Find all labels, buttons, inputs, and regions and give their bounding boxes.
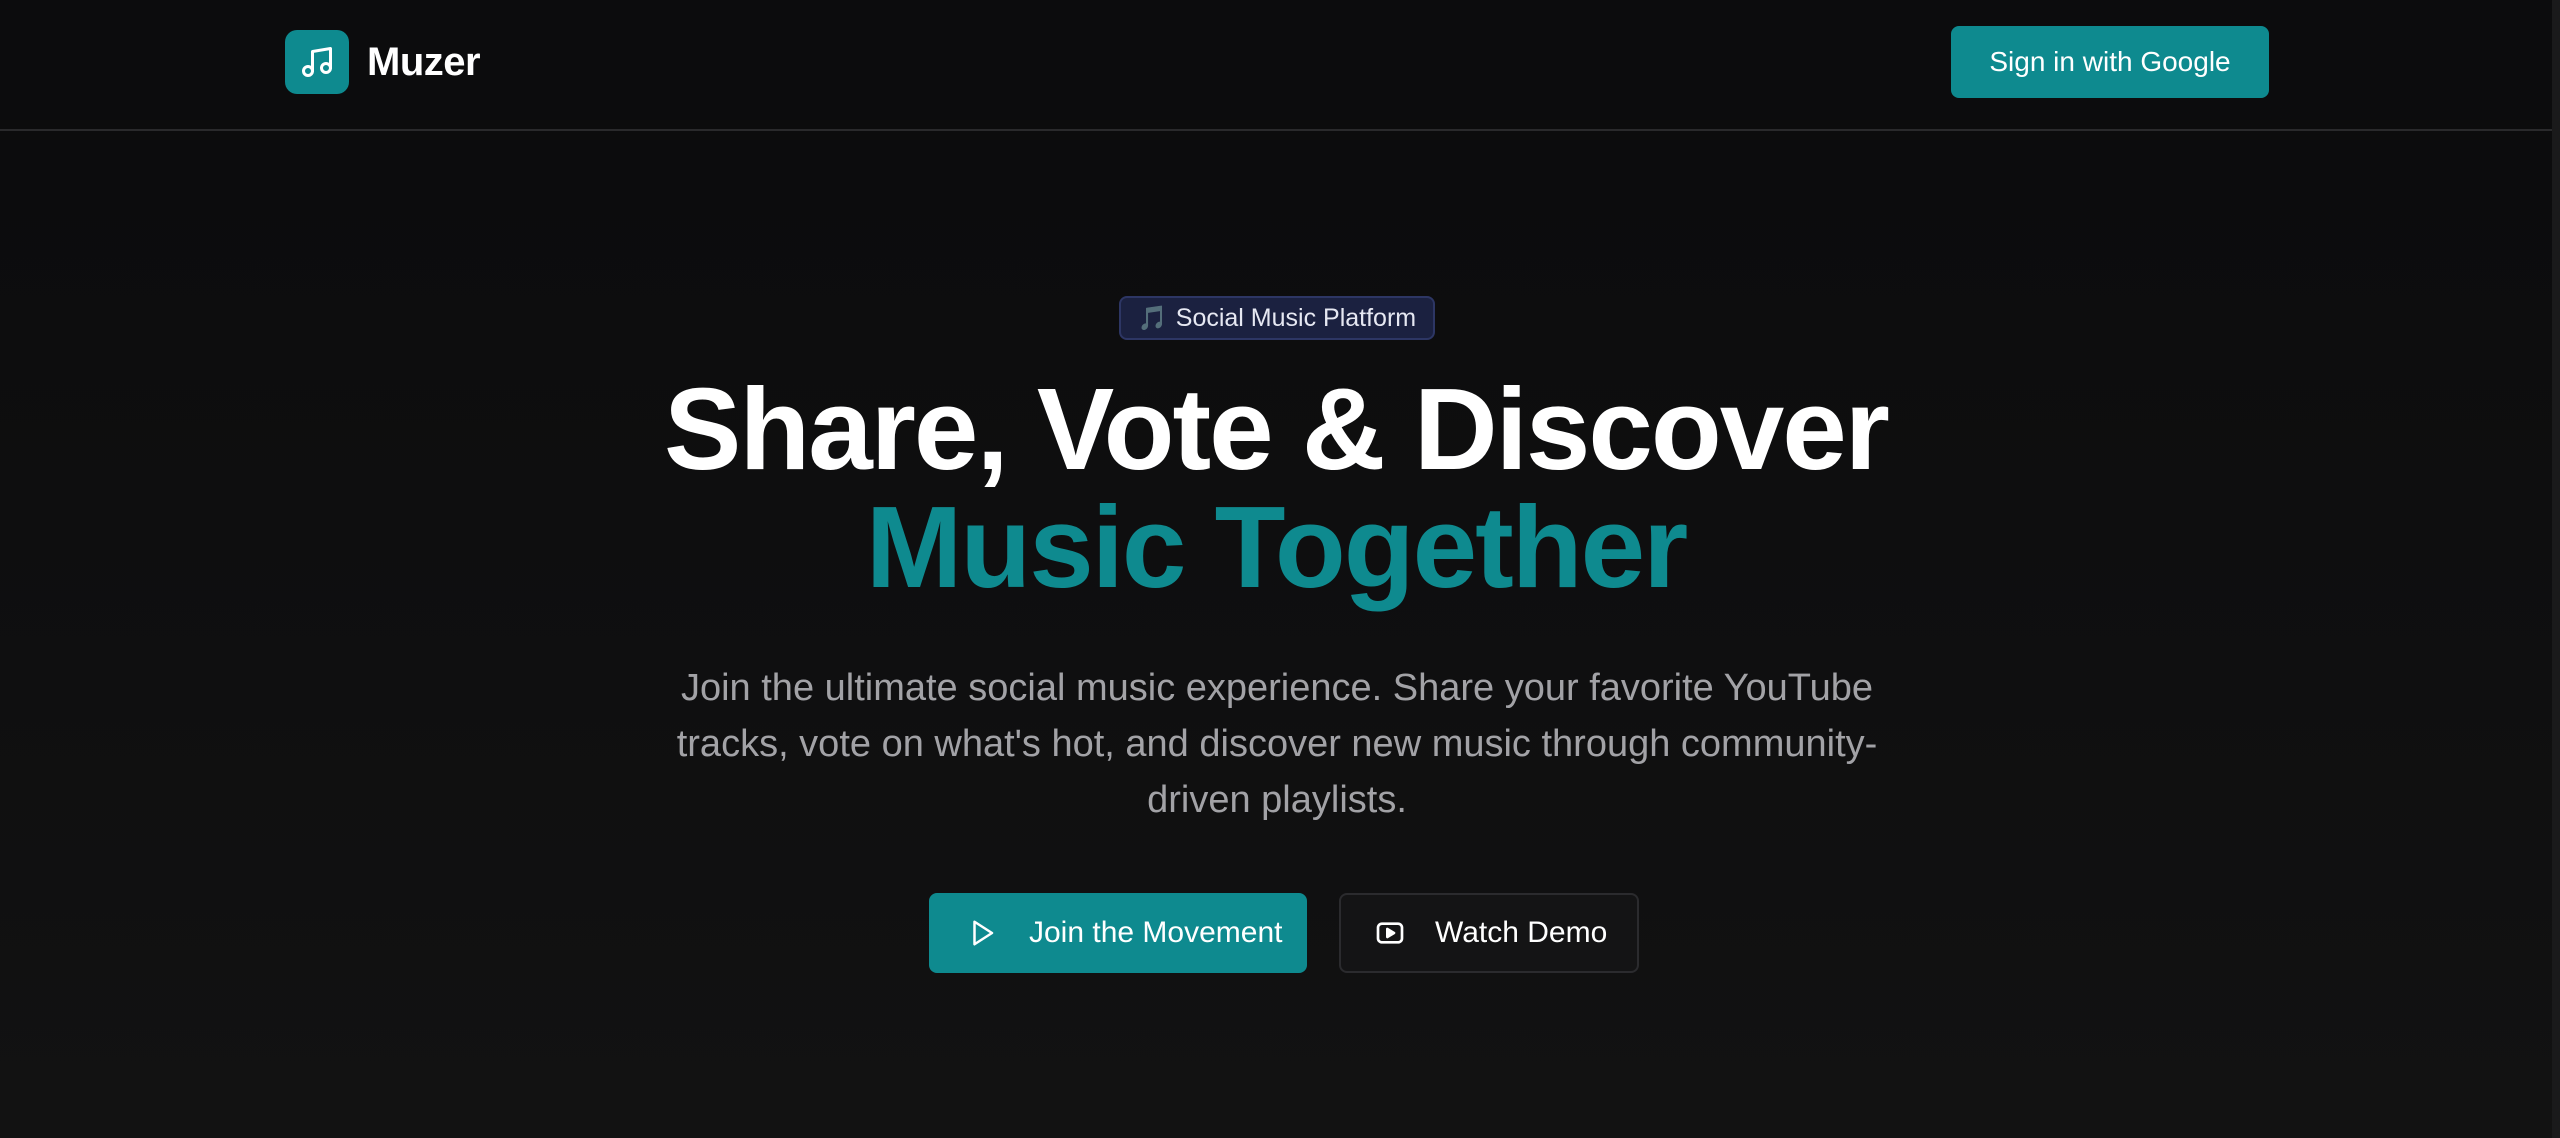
hero-title-line-1: Share, Vote & Discover	[664, 364, 1890, 494]
join-movement-label: Join the Movement	[1029, 916, 1283, 949]
video-icon	[1373, 916, 1407, 950]
brand-name: Muzer	[367, 39, 481, 84]
cta-group: Join the Movement Watch Demo	[0, 893, 2552, 973]
sign-in-google-button[interactable]: Sign in with Google	[1951, 26, 2269, 98]
hero-title: Share, Vote & Discover Music Together	[0, 370, 2552, 606]
badge-label: Social Music Platform	[1175, 303, 1417, 332]
brand[interactable]: Muzer	[285, 30, 481, 94]
scrollbar[interactable]	[2552, 0, 2560, 1138]
music-notes-icon: 🎵	[1137, 304, 1168, 332]
join-movement-button[interactable]: Join the Movement	[929, 893, 1307, 973]
hero-subtitle: Join the ultimate social music experienc…	[676, 667, 1878, 821]
hero-title-highlight: Music Together	[865, 482, 1689, 612]
play-icon	[965, 916, 999, 950]
watch-demo-label: Watch Demo	[1435, 916, 1608, 949]
brand-logo	[285, 30, 349, 94]
watch-demo-button[interactable]: Watch Demo	[1339, 893, 1639, 973]
music-note-icon	[302, 47, 332, 77]
platform-badge: 🎵 Social Music Platform	[1119, 296, 1435, 340]
top-navbar: Muzer Sign in with Google	[0, 0, 2552, 131]
landing-page: Muzer Sign in with Google 🎵 Social Music…	[0, 0, 2560, 1138]
